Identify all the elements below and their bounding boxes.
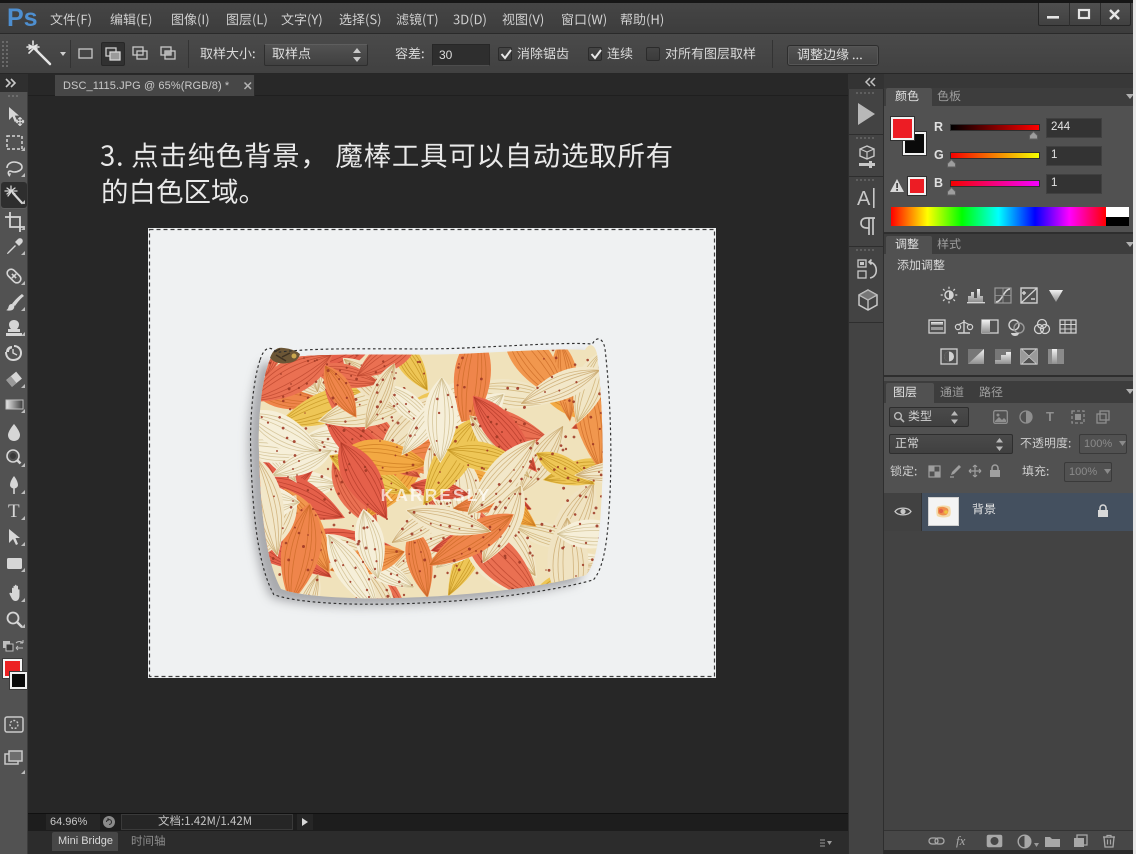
svg-text:KARRESLY: KARRESLY [381,485,492,505]
svg-text:A: A [857,188,871,210]
svg-text:T: T [8,501,20,522]
